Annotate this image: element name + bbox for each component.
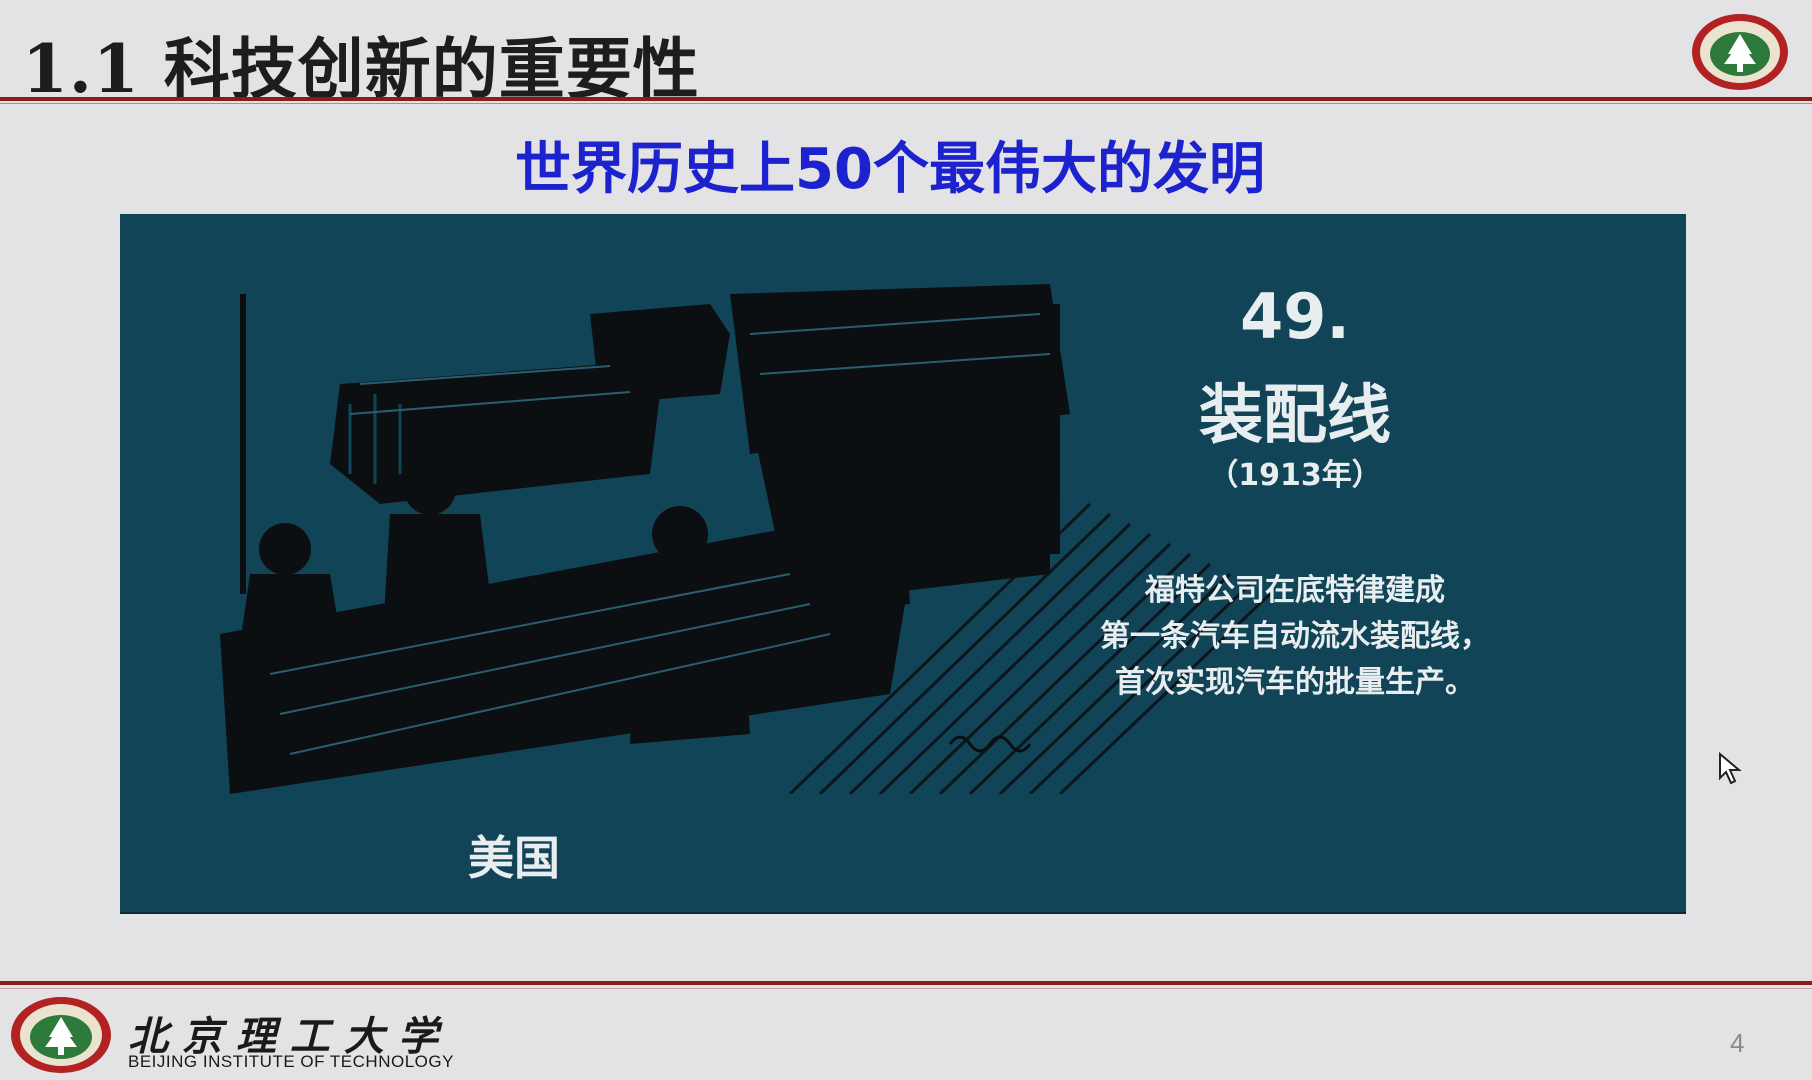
slide-subtitle: 世界历史上50个最伟大的发明: [515, 137, 1265, 202]
description-line: 第一条汽车自动流水装配线，: [1100, 619, 1490, 654]
footer-rule-thin: [0, 988, 1812, 989]
footer-rule: [0, 981, 1812, 985]
invention-name: 装配线: [1199, 379, 1391, 453]
invention-panel: 49. 装配线 （1913年） 福特公司在底特律建成 第一条汽车自动流水装配线，…: [120, 214, 1686, 914]
assembly-line-illustration: [220, 284, 1270, 794]
university-emblem-icon: [1692, 14, 1788, 90]
invention-description: 福特公司在底特律建成 第一条汽车自动流水装配线， 首次实现汽车的批量生产。: [1045, 568, 1545, 706]
description-line: 福特公司在底特律建成: [1145, 573, 1445, 608]
page-number: 4: [1730, 1028, 1745, 1058]
university-name-en: BEIJING INSTITUTE OF TECHNOLOGY: [128, 1052, 454, 1071]
university-emblem-icon: [11, 997, 111, 1073]
mouse-pointer-icon: [1719, 752, 1742, 785]
slide: 1.1 科技创新的重要性 世界历史上50个最伟大的发明 49. 装配线 （191…: [0, 0, 1812, 1080]
description-line: 首次实现汽车的批量生产。: [1115, 665, 1475, 700]
invention-country: 美国: [468, 831, 560, 885]
invention-year: （1913年）: [1208, 458, 1382, 493]
invention-number: 49.: [1240, 280, 1350, 353]
title-rule: [0, 97, 1812, 101]
title-rule-thin: [0, 103, 1812, 104]
